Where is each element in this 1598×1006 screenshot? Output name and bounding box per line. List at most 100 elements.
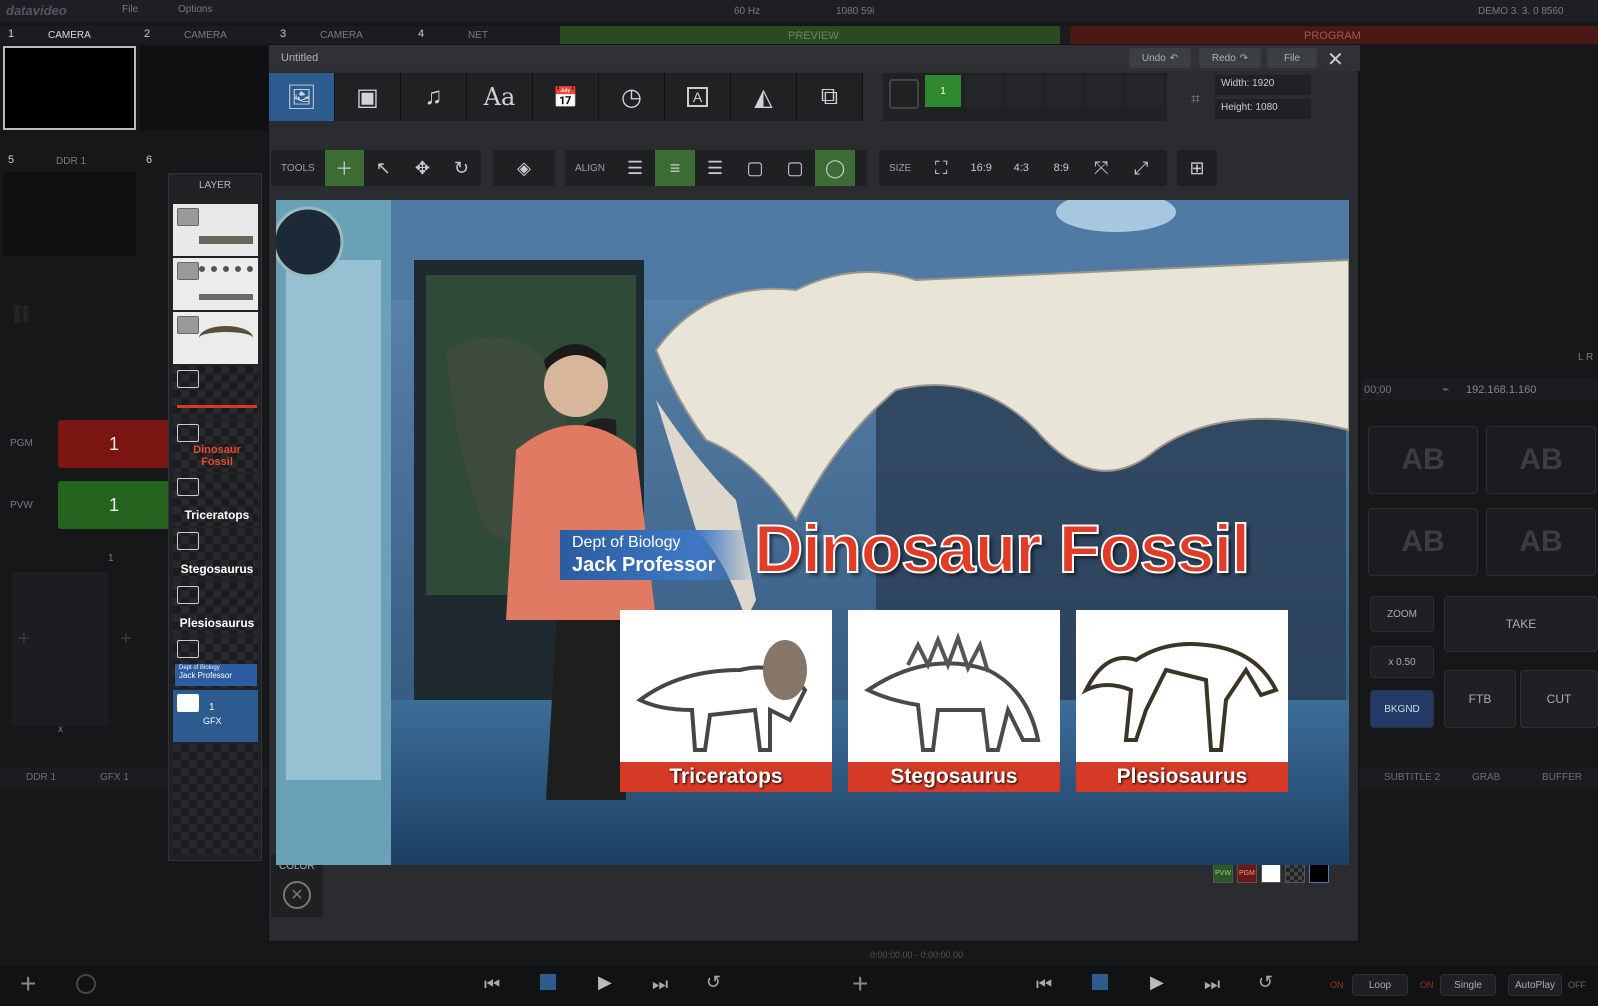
loop-button[interactable]: Loop xyxy=(1352,974,1408,996)
skip-back-icon-2[interactable]: ⏮ xyxy=(1036,974,1052,995)
bkgnd-button[interactable]: BKGND xyxy=(1370,690,1434,728)
width-field[interactable]: Width: 1920 xyxy=(1215,75,1311,95)
white-swatch[interactable] xyxy=(1261,863,1281,883)
move-tool-icon[interactable]: ✥ xyxy=(403,150,442,186)
add-icon-2[interactable]: + xyxy=(852,968,868,1000)
tab-gfx1[interactable]: GFX 1 xyxy=(100,772,129,783)
add-tool-icon[interactable]: ＋ xyxy=(324,150,364,186)
layer-background[interactable] xyxy=(173,366,258,418)
ratio-8-9[interactable]: 8:9 xyxy=(1041,162,1081,174)
play-icon-2[interactable]: ▶ xyxy=(1150,972,1164,993)
corner-circle-icon[interactable]: ◯ xyxy=(815,150,856,186)
ddr-1-thumbnail[interactable] xyxy=(3,172,136,256)
ratio-16-9[interactable]: 16:9 xyxy=(961,162,1001,174)
graphics-canvas[interactable]: Dept of Biology Jack Professor Dinosaur … xyxy=(276,200,1349,865)
source-label-3[interactable]: CAMERA xyxy=(320,30,363,41)
tab-calendar[interactable]: 📅 xyxy=(533,73,599,121)
menu-options[interactable]: Options xyxy=(178,4,212,15)
tab-image[interactable]: 🖼 xyxy=(269,73,335,121)
card-stegosaurus[interactable]: Stegosaurus xyxy=(848,610,1060,792)
ratio-4-3[interactable]: 4:3 xyxy=(1001,162,1041,174)
cut-button[interactable]: CUT xyxy=(1520,670,1598,728)
card-triceratops[interactable]: Triceratops xyxy=(620,610,832,792)
layer-dinosaur-fossil[interactable]: Dinosaur Fossil xyxy=(173,420,258,472)
tab-video[interactable]: ▣ xyxy=(335,73,401,121)
menu-file[interactable]: File xyxy=(122,4,138,15)
layer-gfx-video[interactable]: 1 GFX xyxy=(173,690,258,742)
corner-square-icon[interactable]: ▢ xyxy=(735,150,775,186)
slot-3[interactable] xyxy=(1005,75,1043,107)
slot-4[interactable] xyxy=(1045,75,1083,107)
tab-buffer[interactable]: BUFFER xyxy=(1542,772,1582,783)
layer-stegosaurus-video[interactable] xyxy=(173,258,258,310)
layers-icon[interactable]: ◈ xyxy=(504,150,544,186)
transparent-swatch[interactable] xyxy=(1285,863,1305,883)
camera-1-thumbnail[interactable] xyxy=(3,46,136,130)
layer-lower-third[interactable]: Dept of Biology Jack Professor xyxy=(173,636,258,688)
close-icon[interactable]: ✕ xyxy=(1327,47,1344,72)
skip-back-icon[interactable]: ⏮ xyxy=(484,974,500,995)
tab-clock[interactable]: ◷ xyxy=(599,73,665,121)
slot-5[interactable] xyxy=(1085,75,1123,107)
camera-2-thumbnail[interactable] xyxy=(140,46,268,130)
tab-ddr1[interactable]: DDR 1 xyxy=(26,772,56,783)
tab-textbox[interactable]: A xyxy=(665,73,731,121)
align-center-icon[interactable]: ≡ xyxy=(655,150,696,186)
fit-icon[interactable]: ⤧ xyxy=(1081,150,1121,186)
fullscreen-icon[interactable]: ⛶ xyxy=(921,150,961,186)
select-tool-icon[interactable]: ↖ xyxy=(364,150,403,186)
pgm-swatch[interactable]: PGM xyxy=(1237,863,1257,883)
tab-audio[interactable]: ♫ xyxy=(401,73,467,121)
grid-icon[interactable]: ⊞ xyxy=(1177,150,1217,186)
loop-icon[interactable]: ↺ xyxy=(706,972,721,993)
autoplay-button[interactable]: AutoPlay xyxy=(1508,974,1562,996)
add-icon[interactable]: + xyxy=(20,968,36,1000)
pgm-button[interactable]: 1 xyxy=(58,420,170,468)
tab-grab[interactable]: GRAB xyxy=(1472,772,1500,783)
zoom-button[interactable]: ZOOM xyxy=(1370,596,1434,632)
pvw-button[interactable]: 1 xyxy=(58,481,170,529)
ftb-button[interactable]: FTB xyxy=(1444,670,1516,728)
layer-triceratops[interactable]: Triceratops xyxy=(173,474,258,526)
black-swatch[interactable] xyxy=(1309,863,1329,883)
play-icon[interactable]: ▶ xyxy=(598,972,612,993)
slot-6[interactable] xyxy=(1125,75,1163,107)
layer-stegosaurus[interactable]: Stegosaurus xyxy=(173,528,258,580)
loop-icon-2[interactable]: ↺ xyxy=(1258,972,1273,993)
card-plesiosaurus[interactable]: Plesiosaurus xyxy=(1076,610,1288,792)
stop-icon[interactable] xyxy=(540,974,556,990)
single-button[interactable]: Single xyxy=(1440,974,1496,996)
redo-button[interactable]: Redo ↷ xyxy=(1199,48,1261,68)
headline-text[interactable]: Dinosaur Fossil xyxy=(753,510,1251,588)
transition-ab-4[interactable]: AB xyxy=(1486,508,1596,576)
slot-2[interactable] xyxy=(965,75,1003,107)
tab-shape[interactable]: ◭ xyxy=(731,73,797,121)
tab-media[interactable]: ⧉ xyxy=(797,73,863,121)
transition-ab-1[interactable]: AB xyxy=(1368,426,1478,494)
take-button[interactable]: TAKE xyxy=(1444,596,1598,652)
skip-forward-icon-2[interactable]: ⏭ xyxy=(1204,974,1220,995)
source-label-4[interactable]: NET xyxy=(468,30,488,41)
crop-icon[interactable]: ⌗ xyxy=(1191,91,1200,109)
height-field[interactable]: Height: 1080 xyxy=(1215,99,1311,119)
undo-button[interactable]: Undo ↶ xyxy=(1129,48,1191,68)
corner-round-icon[interactable]: ▢ xyxy=(775,150,815,186)
no-color-icon[interactable]: ✕ xyxy=(283,881,311,909)
layer-plesiosaurus[interactable]: Plesiosaurus xyxy=(173,582,258,634)
tab-subtitle2[interactable]: SUBTITLE 2 xyxy=(1384,772,1440,783)
source-label-1[interactable]: CAMERA xyxy=(48,30,91,41)
slot-copy-icon[interactable] xyxy=(889,79,919,109)
expand-icon[interactable]: ⤢ xyxy=(1121,150,1161,186)
layer-triceratops-video[interactable] xyxy=(173,204,258,256)
transition-ab-3[interactable]: AB xyxy=(1368,508,1478,576)
rotate-tool-icon[interactable]: ↻ xyxy=(442,150,481,186)
skip-forward-icon[interactable]: ⏭ xyxy=(652,974,668,995)
stop-icon-2[interactable] xyxy=(1092,974,1108,990)
slot-1[interactable]: 1 xyxy=(925,75,961,107)
align-left-icon[interactable]: ☰ xyxy=(615,150,655,186)
align-right-icon[interactable]: ☰ xyxy=(695,150,735,186)
layer-plesiosaurus-video[interactable] xyxy=(173,312,258,364)
ddr-label-1[interactable]: DDR 1 xyxy=(56,156,86,167)
pvw-swatch[interactable]: PVW xyxy=(1213,863,1233,883)
tab-text[interactable]: Aa xyxy=(467,73,533,121)
